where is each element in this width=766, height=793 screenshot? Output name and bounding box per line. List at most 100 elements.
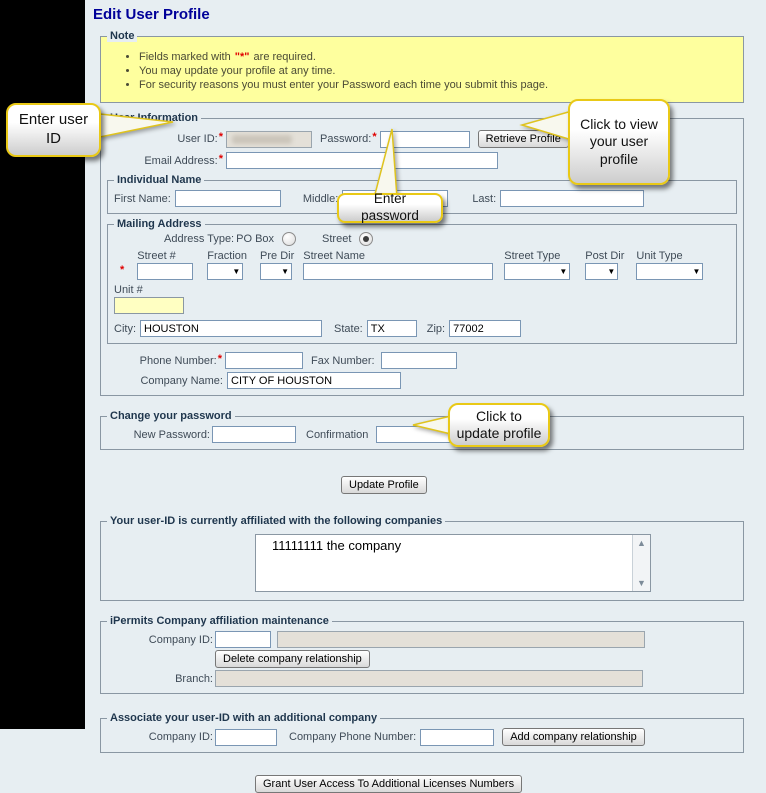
branch-display xyxy=(215,670,643,687)
password-label: Password:* xyxy=(320,131,377,145)
company-phone-input[interactable] xyxy=(420,728,495,746)
company-name-label: Company Name: xyxy=(140,374,223,387)
ipermits-company-id-input[interactable] xyxy=(215,631,271,648)
scroll-down-icon[interactable]: ▼ xyxy=(637,578,646,588)
chevron-down-icon: ▼ xyxy=(692,267,701,276)
street-type-select[interactable]: ▼ xyxy=(504,263,571,280)
fax-number-input[interactable] xyxy=(380,352,457,369)
first-name-input[interactable] xyxy=(174,190,281,207)
note-item: Fields marked with "*" are required. xyxy=(139,51,737,63)
email-input[interactable] xyxy=(226,152,498,169)
unit-type-select[interactable]: ▼ xyxy=(636,263,704,280)
last-name-label: Last: xyxy=(472,192,497,205)
chevron-down-icon: ▼ xyxy=(559,267,568,276)
enter-password-callout: Enter password xyxy=(337,191,443,223)
pre-dir-select[interactable]: ▼ xyxy=(260,263,293,280)
grant-access-row: Grant User Access To Additional Licenses… xyxy=(255,775,756,793)
change-password-section: Change your password New Password: Confi… xyxy=(100,410,744,450)
chevron-down-icon: ▼ xyxy=(607,267,616,276)
phone-fax-row: Phone Number:* Fax Number: xyxy=(107,352,737,369)
user-id-label: User ID:* xyxy=(177,131,223,145)
branch-row: Branch: xyxy=(107,670,737,687)
page-title: Edit User Profile xyxy=(93,6,210,23)
required-marker: "*" xyxy=(234,51,250,63)
email-label: Email Address:* xyxy=(144,152,223,167)
delete-company-relationship-button[interactable]: Delete company relationship xyxy=(215,650,370,668)
pre-dir-group: Pre Dir ▼ xyxy=(260,250,294,280)
note-legend: Note xyxy=(107,30,138,42)
user-information-legend: User Information xyxy=(107,112,202,124)
pre-dir-label: Pre Dir xyxy=(260,250,295,262)
unit-type-label: Unit Type xyxy=(636,250,683,262)
update-profile-button[interactable]: Update Profile xyxy=(341,476,427,494)
company-name-input[interactable] xyxy=(227,372,401,389)
new-password-label: New Password: xyxy=(133,428,210,441)
middle-name-label: Middle: xyxy=(302,192,339,205)
listbox-scrollbar[interactable]: ▲ ▼ xyxy=(632,535,650,591)
street-radio-label: Street xyxy=(322,233,352,245)
state-label: State: xyxy=(334,322,363,335)
zip-label: Zip: xyxy=(426,322,446,335)
po-box-radio[interactable] xyxy=(282,232,297,246)
associate-row: Company ID: Company Phone Number: Add co… xyxy=(107,728,737,746)
affiliations-legend: Your user-ID is currently affiliated wit… xyxy=(107,515,446,527)
chevron-down-icon: ▼ xyxy=(232,267,241,276)
enter-user-id-callout: Enter user ID xyxy=(6,103,101,157)
unit-number-group: Unit # xyxy=(114,284,730,314)
scroll-up-icon[interactable]: ▲ xyxy=(637,538,646,548)
phone-number-input[interactable] xyxy=(225,352,303,369)
affiliations-section: Your user-ID is currently affiliated wit… xyxy=(100,515,744,601)
address-type-label: Address Type: xyxy=(164,233,235,245)
street-radio[interactable] xyxy=(359,232,374,246)
street-name-input[interactable] xyxy=(303,263,494,280)
new-password-input[interactable] xyxy=(212,426,296,443)
affiliation-item[interactable]: 11111111 the company xyxy=(256,535,632,591)
add-company-relationship-button[interactable]: Add company relationship xyxy=(502,728,645,746)
street-number-label: Street # xyxy=(137,250,176,262)
associate-section: Associate your user-ID with an additiona… xyxy=(100,712,744,753)
post-dir-select[interactable]: ▼ xyxy=(585,263,619,280)
ipermits-section: iPermits Company affiliation maintenance… xyxy=(100,615,744,694)
mailing-address-legend: Mailing Address xyxy=(114,218,205,230)
password-input[interactable] xyxy=(379,130,470,148)
unit-number-label: Unit # xyxy=(114,284,143,296)
post-dir-group: Post Dir ▼ xyxy=(585,250,624,280)
note-item: You may update your profile at any time. xyxy=(139,65,737,77)
confirmation-label: Confirmation xyxy=(306,428,369,441)
fraction-select[interactable]: ▼ xyxy=(207,263,244,280)
associate-legend: Associate your user-ID with an additiona… xyxy=(107,712,381,724)
city-input[interactable] xyxy=(140,320,322,337)
associate-company-id-label: Company ID: xyxy=(148,731,213,743)
company-name-row: Company Name: xyxy=(107,372,737,389)
redacted-user-id xyxy=(232,134,293,144)
street-name-label: Street Name xyxy=(303,250,366,262)
update-profile-callout: Click to update profile xyxy=(448,403,550,447)
street-address-row: * Street # Fraction ▼ Pre Dir ▼ Street N… xyxy=(114,250,730,280)
street-type-label: Street Type xyxy=(504,250,561,262)
street-number-input[interactable] xyxy=(137,263,194,280)
ipermits-company-name-display xyxy=(277,631,645,648)
unit-number-input[interactable] xyxy=(114,297,184,314)
note-item: For security reasons you must enter your… xyxy=(139,79,737,91)
last-name-input[interactable] xyxy=(500,190,645,207)
individual-name-legend: Individual Name xyxy=(114,174,205,186)
state-input[interactable] xyxy=(366,320,417,337)
fax-number-label: Fax Number: xyxy=(311,354,375,367)
fraction-group: Fraction ▼ xyxy=(207,250,247,280)
street-type-group: Street Type ▼ xyxy=(504,250,571,280)
note-list: Fields marked with "*" are required. You… xyxy=(123,51,737,91)
associate-company-id-input[interactable] xyxy=(215,728,277,746)
mailing-address-section: Mailing Address Address Type: PO Box Str… xyxy=(107,218,737,344)
zip-input[interactable] xyxy=(449,320,522,337)
view-profile-callout: Click to view your user profile xyxy=(568,99,670,185)
retrieve-profile-button[interactable]: Retrieve Profile xyxy=(477,130,569,148)
change-password-legend: Change your password xyxy=(107,410,235,422)
required-marker: * xyxy=(372,131,377,143)
street-name-group: Street Name xyxy=(303,250,494,280)
note-section: Note Fields marked with "*" are required… xyxy=(100,30,744,103)
affiliations-listbox[interactable]: 11111111 the company ▲ ▼ xyxy=(255,534,651,592)
delete-relationship-row: Delete company relationship xyxy=(107,650,737,668)
grant-access-button[interactable]: Grant User Access To Additional Licenses… xyxy=(255,775,523,793)
required-marker: * xyxy=(217,352,222,365)
ipermits-legend: iPermits Company affiliation maintenance xyxy=(107,615,332,627)
